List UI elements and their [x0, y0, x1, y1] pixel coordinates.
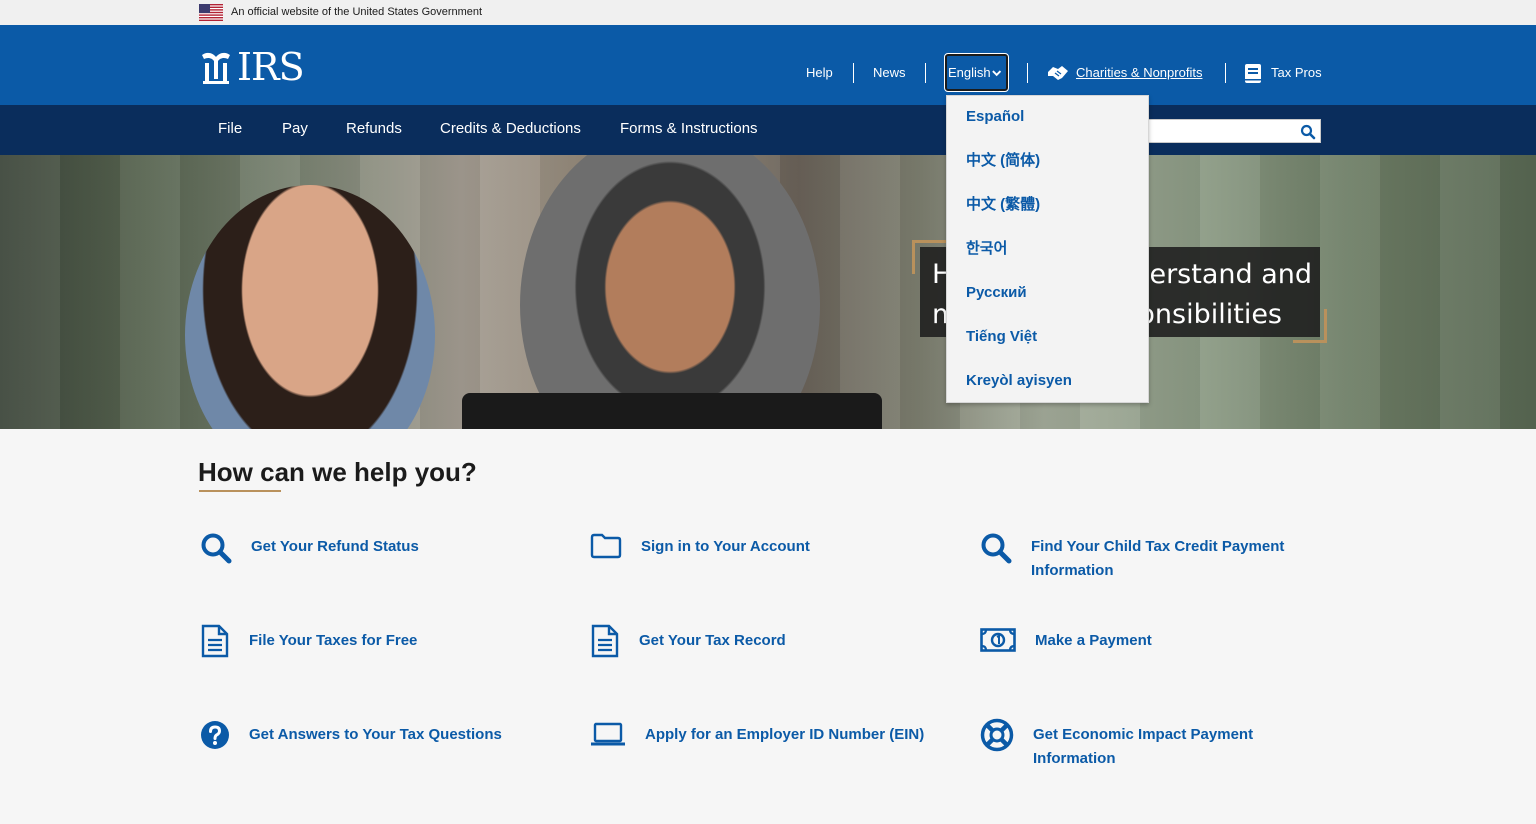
language-option-chinese-traditional[interactable]: 中文 (繁體)	[966, 195, 1040, 215]
charities-link[interactable]: Charities & Nonprofits	[1076, 62, 1202, 84]
language-option-espanol[interactable]: Español	[966, 107, 1024, 127]
laptop-image	[462, 393, 882, 429]
lifebuoy-icon[interactable]	[980, 718, 1014, 752]
help-link[interactable]: Help	[806, 62, 833, 84]
site-header: IRS Help News English Charities & Nonpro…	[0, 25, 1536, 105]
search-icon[interactable]	[980, 532, 1012, 564]
folder-icon[interactable]	[590, 533, 622, 559]
task-link-file-free[interactable]: File Your Taxes for Free	[249, 629, 549, 653]
task-link-economic-impact[interactable]: Get Economic Impact Payment Information	[1033, 723, 1323, 771]
nav-item-forms-instructions[interactable]: Forms & Instructions	[620, 120, 758, 138]
task-link-child-tax-credit[interactable]: Find Your Child Tax Credit Payment Infor…	[1031, 535, 1321, 583]
language-option-korean[interactable]: 한국어	[966, 239, 1007, 259]
task-link-tax-questions[interactable]: Get Answers to Your Tax Questions	[249, 723, 549, 747]
divider	[853, 63, 854, 83]
news-link[interactable]: News	[873, 62, 906, 84]
logo-text: IRS	[237, 45, 305, 89]
laptop-icon[interactable]	[590, 722, 626, 748]
nav-item-refunds[interactable]: Refunds	[346, 120, 402, 138]
task-link-make-payment[interactable]: Make a Payment	[1035, 629, 1325, 653]
book-icon	[1245, 63, 1261, 83]
divider	[925, 63, 926, 83]
task-link-refund-status[interactable]: Get Your Refund Status	[251, 535, 551, 559]
document-icon[interactable]	[590, 624, 620, 658]
question-icon[interactable]	[200, 720, 230, 750]
language-select-value: English	[948, 65, 991, 80]
hero-banner: H derstand and m onsibilities	[0, 155, 1536, 429]
language-option-haitian-creole[interactable]: Kreyòl ayisyen	[966, 371, 1072, 391]
divider	[1225, 63, 1226, 83]
us-flag-icon	[199, 4, 223, 21]
nav-item-credits-deductions[interactable]: Credits & Deductions	[440, 120, 581, 138]
language-option-russian[interactable]: Русский	[966, 283, 1027, 303]
language-option-vietnamese[interactable]: Tiếng Việt	[966, 327, 1037, 347]
task-link-ein[interactable]: Apply for an Employer ID Number (EIN)	[645, 723, 945, 747]
hero-photo-man	[520, 155, 820, 429]
eagle-icon	[202, 52, 230, 84]
handshake-icon	[1047, 63, 1069, 83]
hero-text-fragment: derstand and	[1132, 259, 1312, 290]
language-option-chinese-simplified[interactable]: 中文 (简体)	[966, 151, 1040, 171]
document-icon[interactable]	[200, 624, 230, 658]
chevron-down-icon	[991, 69, 1001, 76]
money-icon[interactable]	[980, 628, 1016, 652]
nav-item-file[interactable]: File	[218, 120, 242, 138]
nav-item-pay[interactable]: Pay	[282, 120, 308, 138]
help-section-title: How can we help you?	[198, 457, 477, 487]
tax-pros-link[interactable]: Tax Pros	[1271, 62, 1322, 84]
search-icon[interactable]	[200, 532, 232, 564]
divider	[1027, 63, 1028, 83]
irs-logo[interactable]: IRS	[199, 45, 305, 89]
search-icon[interactable]	[1300, 124, 1316, 140]
main-nav: File Pay Refunds Credits & Deductions Fo…	[0, 105, 1536, 155]
task-link-tax-record[interactable]: Get Your Tax Record	[639, 629, 939, 653]
task-link-sign-in[interactable]: Sign in to Your Account	[641, 535, 941, 559]
hero-text-fragment: onsibilities	[1138, 299, 1282, 330]
language-select[interactable]: English	[944, 53, 1009, 92]
title-underline	[199, 490, 281, 492]
language-dropdown-menu: Español 中文 (简体) 中文 (繁體) 한국어 Русский Tiến…	[946, 95, 1149, 403]
search-input[interactable]	[1148, 119, 1321, 143]
gov-banner: An official website of the United States…	[0, 0, 1536, 25]
gov-banner-text: An official website of the United States…	[231, 6, 483, 18]
